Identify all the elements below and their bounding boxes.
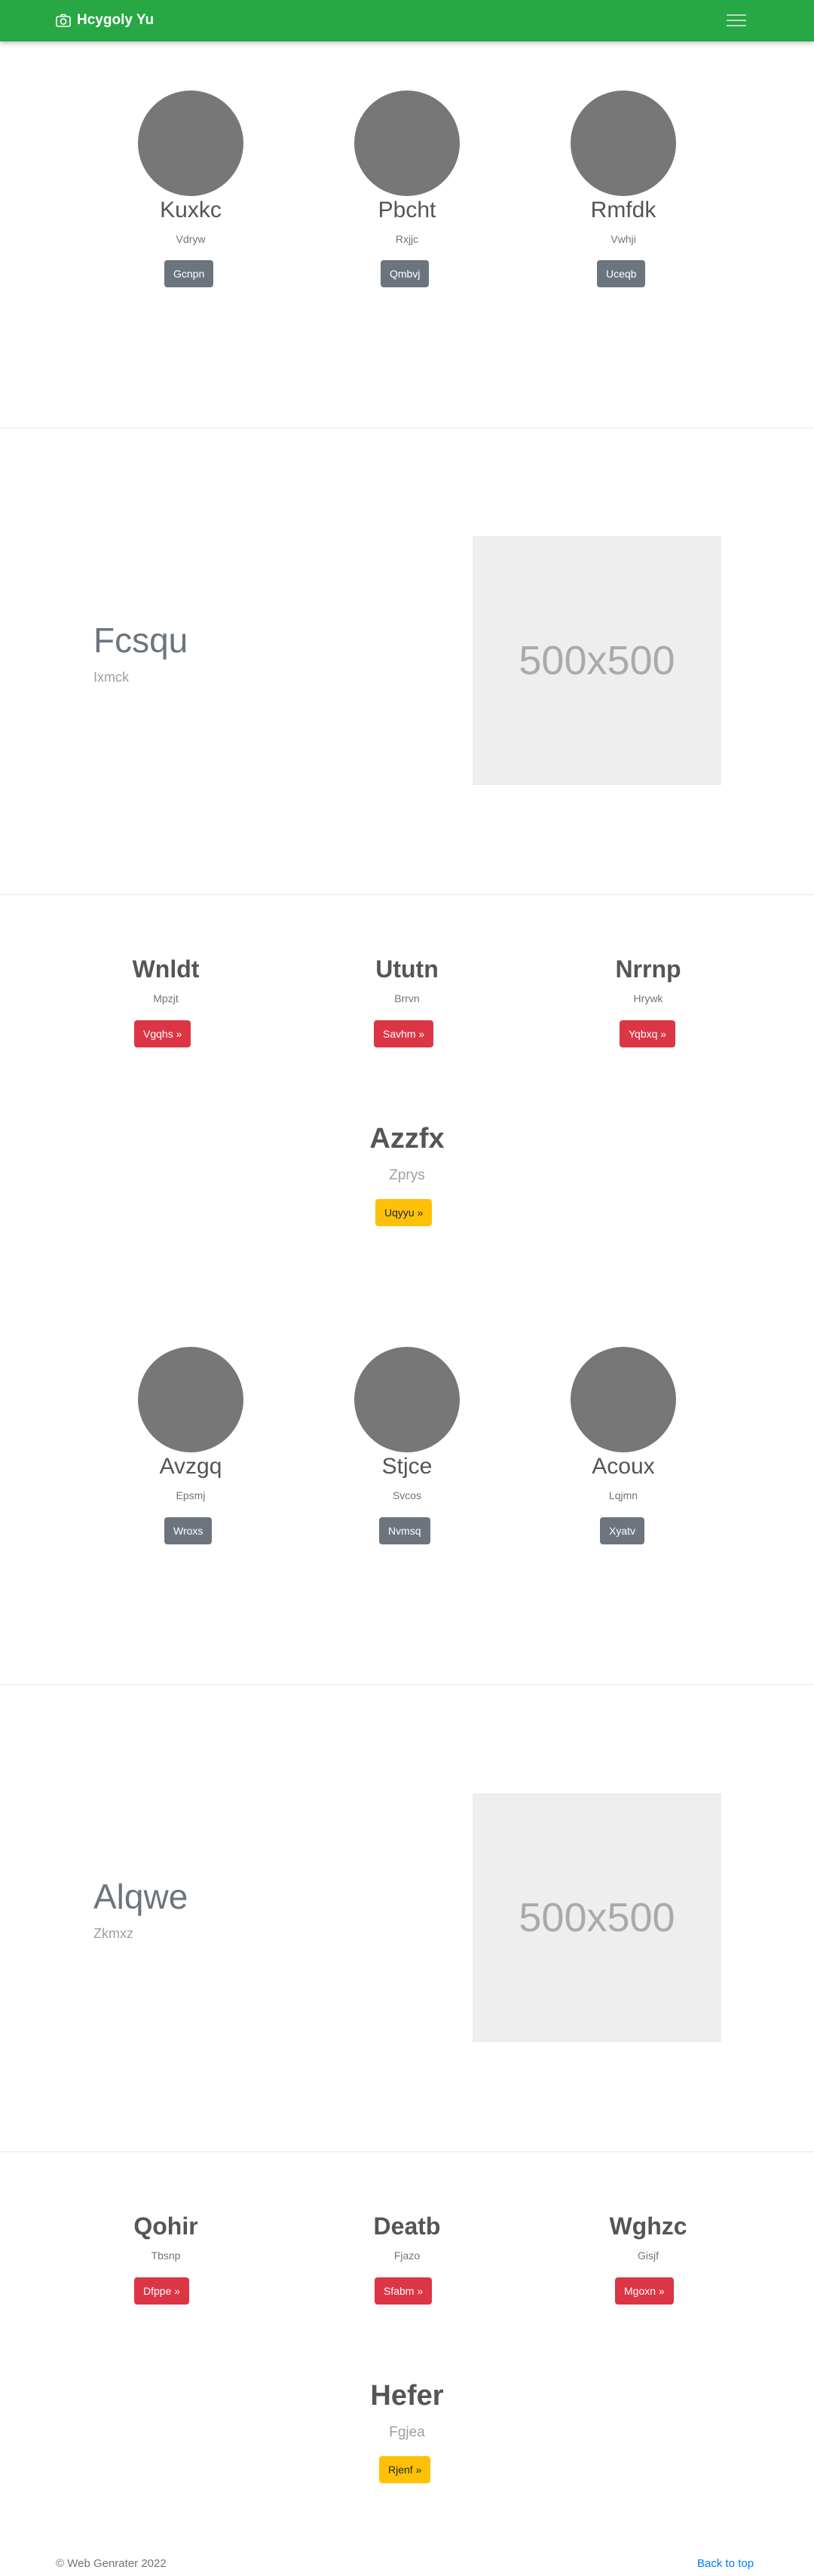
section-divider — [0, 1684, 814, 1685]
card-title: Qohir — [133, 2213, 198, 2240]
highlight-subtitle: Zprys — [389, 1167, 425, 1183]
avatar — [571, 90, 676, 196]
brand-link[interactable]: Hcygoly Yu — [56, 12, 154, 29]
team-member-role: Lqjmn — [608, 1489, 638, 1501]
highlight-title: Azzfx — [369, 1123, 445, 1155]
placeholder-image-label: 500x500 — [519, 1895, 675, 1940]
team-member-button[interactable]: Nvmsq — [379, 1517, 430, 1544]
team-member-button[interactable]: Wroxs — [164, 1517, 213, 1544]
card-title: Nrrnp — [615, 955, 681, 983]
footer-copyright: © Web Genrater 2022 — [56, 2557, 167, 2570]
card-text: Tbsnp — [151, 2249, 181, 2262]
feature-title: Alqwe — [93, 1877, 188, 1916]
section-divider — [0, 2151, 814, 2152]
highlight-subtitle: Fgjea — [389, 2424, 425, 2440]
team-member-name: Stjce — [381, 1454, 433, 1479]
card-button[interactable]: Savhm » — [374, 1020, 434, 1047]
team-member-name: Pbcht — [378, 198, 436, 222]
placeholder-image: 500x500 — [473, 1793, 721, 2042]
feature-subtitle: Zkmxz — [93, 1926, 133, 1941]
card-text: Hrywk — [633, 992, 663, 1004]
camera-icon — [56, 14, 71, 27]
section-divider — [0, 894, 814, 895]
team-member-name: Rmfdk — [590, 198, 656, 222]
highlight-title: Hefer — [370, 2380, 444, 2412]
avatar — [354, 90, 460, 196]
avatar — [571, 1347, 676, 1452]
team-member-button[interactable]: Uceqb — [597, 260, 646, 287]
card-button[interactable]: Dfppe » — [134, 2277, 190, 2305]
avatar — [138, 90, 243, 196]
team-member-role: Epsmj — [176, 1489, 206, 1501]
team-member-role: Vwhji — [610, 233, 636, 245]
avatar — [354, 1347, 460, 1452]
placeholder-image: 500x500 — [473, 536, 721, 785]
card-button[interactable]: Yqbxq » — [620, 1020, 676, 1047]
navbar: Hcygoly Yu — [0, 0, 814, 41]
team-member-button[interactable]: Xyatv — [600, 1517, 645, 1544]
team-member-name: Acoux — [592, 1454, 655, 1479]
avatar — [138, 1347, 243, 1452]
team-member-role: Vdryw — [176, 233, 206, 245]
feature-title: Fcsqu — [93, 621, 188, 660]
card-title: Wghzc — [609, 2213, 687, 2240]
team-member-role: Svcos — [392, 1489, 422, 1501]
highlight-button[interactable]: Uqyyu » — [375, 1199, 433, 1226]
card-button[interactable]: Vgqhs » — [134, 1020, 191, 1047]
card-title: Deatb — [373, 2213, 441, 2240]
card-title: Wnldt — [132, 955, 200, 983]
team-member-name: Avzgq — [159, 1454, 222, 1479]
feature-subtitle: Ixmck — [93, 670, 129, 685]
card-title: Ututn — [375, 955, 439, 983]
card-text: Mpzjt — [153, 992, 179, 1004]
navbar-toggler-button[interactable] — [724, 11, 748, 30]
team-member-button[interactable]: Gcnpn — [164, 260, 214, 287]
card-button[interactable]: Mgoxn » — [615, 2277, 674, 2305]
card-button[interactable]: Sfabm » — [375, 2277, 433, 2305]
card-text: Brrvn — [394, 992, 420, 1004]
team-member-button[interactable]: Qmbvj — [381, 260, 430, 287]
highlight-button[interactable]: Rjenf » — [379, 2456, 431, 2483]
card-text: Fjazo — [393, 2249, 421, 2262]
card-text: Gisjf — [638, 2249, 659, 2262]
team-member-name: Kuxkc — [160, 198, 222, 222]
brand-name: Hcygoly Yu — [77, 12, 155, 28]
back-to-top-link[interactable]: Back to top — [697, 2557, 754, 2570]
team-member-role: Rxjjc — [395, 233, 419, 245]
placeholder-image-label: 500x500 — [519, 638, 675, 683]
